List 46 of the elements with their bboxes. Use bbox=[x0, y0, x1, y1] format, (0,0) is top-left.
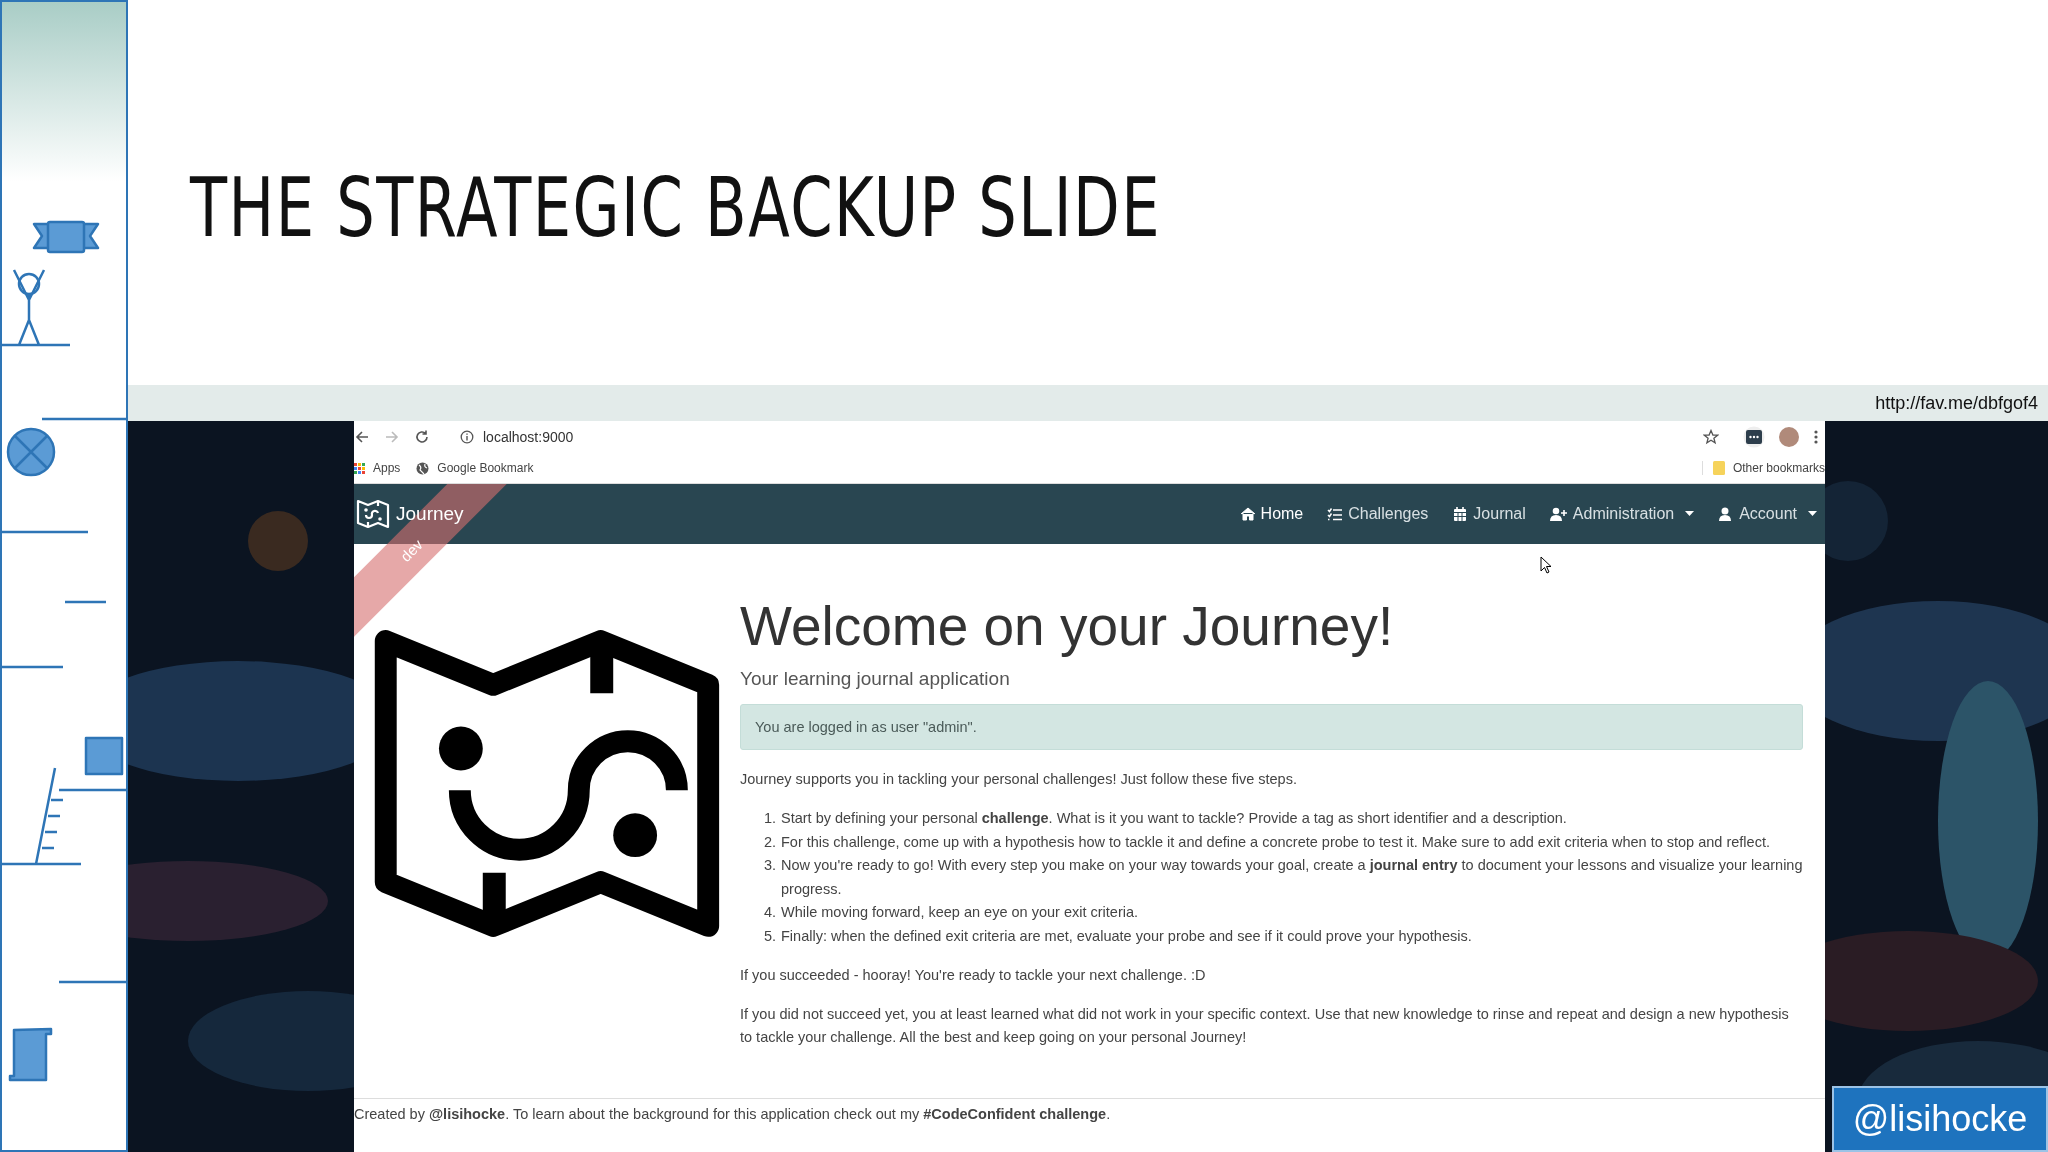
handle-badge: @lisihocke bbox=[1832, 1086, 2048, 1152]
step-number: 1. bbox=[762, 809, 776, 828]
nav-link[interactable]: Home bbox=[1239, 505, 1304, 523]
apps-icon bbox=[354, 462, 365, 474]
avatar[interactable] bbox=[1779, 427, 1799, 447]
nav-link[interactable]: Challenges bbox=[1327, 505, 1429, 523]
address-bar[interactable]: localhost:9000 bbox=[460, 429, 574, 445]
footer-text: Created by @lisihocke. To learn about the background for this application check out my #CodeConfident challenge. bbox=[354, 1106, 1111, 1122]
nav-link[interactable]: Account bbox=[1718, 505, 1817, 523]
intro-text: Journey supports you in tackling your personal challenges! Just follow these five steps. bbox=[740, 770, 1298, 789]
slide-title: THE STRATEGIC BACKUP SLIDE bbox=[190, 160, 1162, 255]
page-subheading: Your learning journal application bbox=[740, 668, 1011, 690]
step-number: 4. bbox=[762, 903, 776, 922]
calendar-icon bbox=[1452, 506, 1469, 522]
paragraph-text: If you succeeded - hooray! You're ready to tackle your next challenge. :D bbox=[740, 966, 1207, 985]
source-link[interactable]: http://fav.me/dbfgof4 bbox=[1875, 392, 2038, 414]
nav-link[interactable]: Journal bbox=[1452, 505, 1526, 523]
nav-link[interactable]: Administration bbox=[1549, 505, 1695, 523]
checklist-icon bbox=[1327, 506, 1344, 522]
bookmark-item[interactable]: Google Bookmark bbox=[416, 461, 534, 475]
paragraph-text: If you did not succeed yet, you at least learned what did not work in your specific context. Use that new knowledge to rinse and repeat and design a new hypothesis to tackle your challenge. All the best and keep going on your personal Journey! bbox=[740, 1005, 1790, 1047]
bookmark-item[interactable]: Apps bbox=[354, 461, 401, 475]
bookmark-folder[interactable]: Other bookmarks bbox=[1701, 461, 1825, 475]
page-heading: Welcome on your Journey! bbox=[740, 594, 1395, 658]
map-logo-icon bbox=[356, 497, 390, 531]
step-text: Now you're ready to go! With every step you make on your way towards your goal, create a journal entry to document your lessons and visualize your learning progress. bbox=[781, 856, 1803, 899]
step-number: 3. bbox=[762, 856, 776, 875]
step-text: Start by defining your personal challenge. What is it you want to tackle? Provide a tag as short identifier and a description. bbox=[781, 809, 1567, 828]
folder-icon bbox=[1712, 461, 1725, 475]
star-icon[interactable] bbox=[1703, 429, 1719, 445]
step-number: 2. bbox=[762, 832, 776, 852]
globe-icon bbox=[416, 461, 430, 475]
login-alert: You are logged in as user "admin". bbox=[740, 704, 1803, 750]
back-icon[interactable] bbox=[354, 429, 370, 445]
step-number: 5. bbox=[762, 926, 776, 946]
step-text: Finally: when the defined exit criteria are met, evaluate your probe and see if it could prove your hypothesis. bbox=[781, 926, 1472, 946]
extension-icon[interactable] bbox=[1743, 426, 1765, 448]
step-text: For this challenge, come up with a hypothesis how to tackle it and define a concrete probe to test it. Make sure to add exit criteria when to stop and reflect. bbox=[781, 832, 1770, 852]
address-text: localhost:9000 bbox=[483, 429, 574, 445]
user-plus-icon bbox=[1549, 506, 1568, 522]
home-icon bbox=[1239, 506, 1256, 522]
info-icon bbox=[460, 430, 474, 444]
menu-icon[interactable] bbox=[1813, 429, 1819, 445]
cursor-icon bbox=[1540, 556, 1552, 574]
reload-icon[interactable] bbox=[414, 429, 430, 445]
step-text: While moving forward, keep an eye on your exit criteria. bbox=[781, 903, 1139, 922]
